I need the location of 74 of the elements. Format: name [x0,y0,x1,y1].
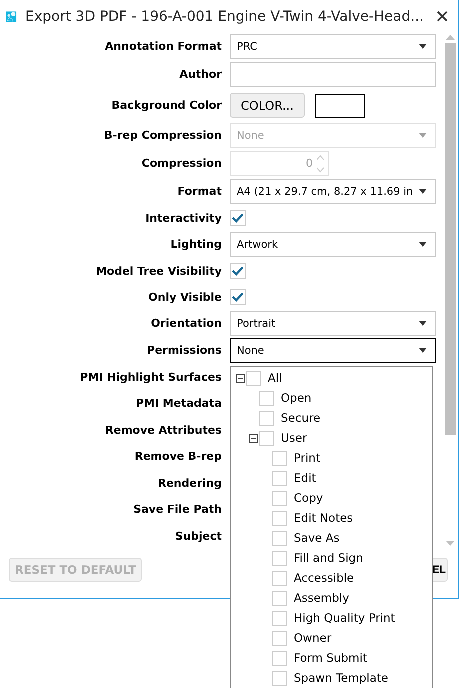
dropdown-arrow-icon [419,133,427,138]
field-label: Compression [140,157,222,170]
dropdown[interactable]: Portrait [230,311,436,336]
field-label: Permissions [146,344,222,357]
tree-item[interactable]: All [268,371,282,385]
tree-item[interactable]: Owner [294,631,332,645]
checkbox[interactable] [246,370,261,386]
checkbox[interactable] [272,470,287,486]
field-label: Subject [174,530,222,543]
tree-item[interactable]: High Quality Print [294,611,396,625]
tree-item[interactable]: Accessible [294,571,354,585]
field-label: Rendering [157,476,222,490]
tree-item[interactable]: Edit [294,471,316,485]
text-field[interactable] [230,62,436,87]
field-label: Only Visible [148,290,222,304]
collapse-icon[interactable] [236,374,244,382]
spinner-arrows-icon [317,154,324,172]
tree-item[interactable]: Secure [281,411,321,425]
dropdown[interactable]: None [230,338,436,363]
dropdown[interactable]: A4 (21 x 29.7 cm, 8.27 x 11.69 in [230,179,436,204]
checkbox[interactable] [272,630,287,646]
checkbox[interactable] [259,410,274,426]
checkbox[interactable] [272,490,287,506]
field-label: Author [178,68,222,81]
checkbox[interactable] [259,390,274,406]
field-label: Format [176,185,222,198]
checkbox[interactable] [272,550,287,566]
dropdown-arrow-icon [419,189,427,194]
window-title: Export 3D PDF - 196-A-001 Engine V-Twin 4-Valve-Head... [26,8,424,24]
checkbox[interactable] [272,670,287,686]
collapse-icon[interactable] [248,434,258,442]
checkbox[interactable] [272,650,287,666]
checkbox[interactable] [272,510,287,526]
field-label: Orientation [150,317,222,330]
tree-item[interactable]: User [281,431,308,445]
field-label: PMI Highlight Surfaces [79,370,222,384]
field-label: Background Color [110,99,222,112]
field-label: Remove B-rep [134,450,222,464]
tree-item[interactable]: Print [294,451,320,465]
checkbox[interactable] [272,570,287,586]
field-label: Annotation Format [104,40,222,53]
field-label: Save File Path [132,503,222,516]
tree-item[interactable]: Assembly [294,591,350,605]
dropdown-arrow-icon [419,321,427,326]
color-button[interactable]: COLOR... [230,93,305,118]
checkbox[interactable] [230,289,246,305]
scroll-up-icon[interactable] [445,33,456,41]
tree-item[interactable]: Form Submit [294,651,368,665]
field-label: Lighting [170,238,222,251]
scroll-down-icon[interactable] [445,540,456,548]
field-label: PMI Metadata [135,397,222,410]
checkbox[interactable] [230,263,246,279]
tree-item[interactable]: Open [281,391,312,405]
field-label: Interactivity [144,212,222,224]
dropdown[interactable]: Artwork [230,232,436,257]
checkbox[interactable] [272,610,287,626]
tree-item[interactable]: Spawn Template [294,671,388,685]
tree-item[interactable]: Fill and Sign [294,551,364,565]
checkbox[interactable] [259,430,274,446]
checkbox[interactable] [272,530,287,546]
checkbox[interactable] [272,590,287,606]
field-label: B-rep Compression [103,129,222,142]
dropdown-arrow-icon [419,348,427,353]
tree-item[interactable]: Save As [294,531,340,545]
dropdown-arrow-icon [419,242,427,247]
field-label: Remove Attributes [104,424,222,437]
dropdown-arrow-icon [419,44,427,49]
field-label: Model Tree Visibility [95,264,222,278]
tree-item[interactable]: Copy [294,491,324,505]
dropdown[interactable]: PRC [230,34,436,59]
checkbox[interactable] [272,450,287,466]
scroll-thumb[interactable] [445,43,456,435]
checkbox[interactable] [230,210,246,226]
tree-item[interactable]: Edit Notes [294,511,354,525]
